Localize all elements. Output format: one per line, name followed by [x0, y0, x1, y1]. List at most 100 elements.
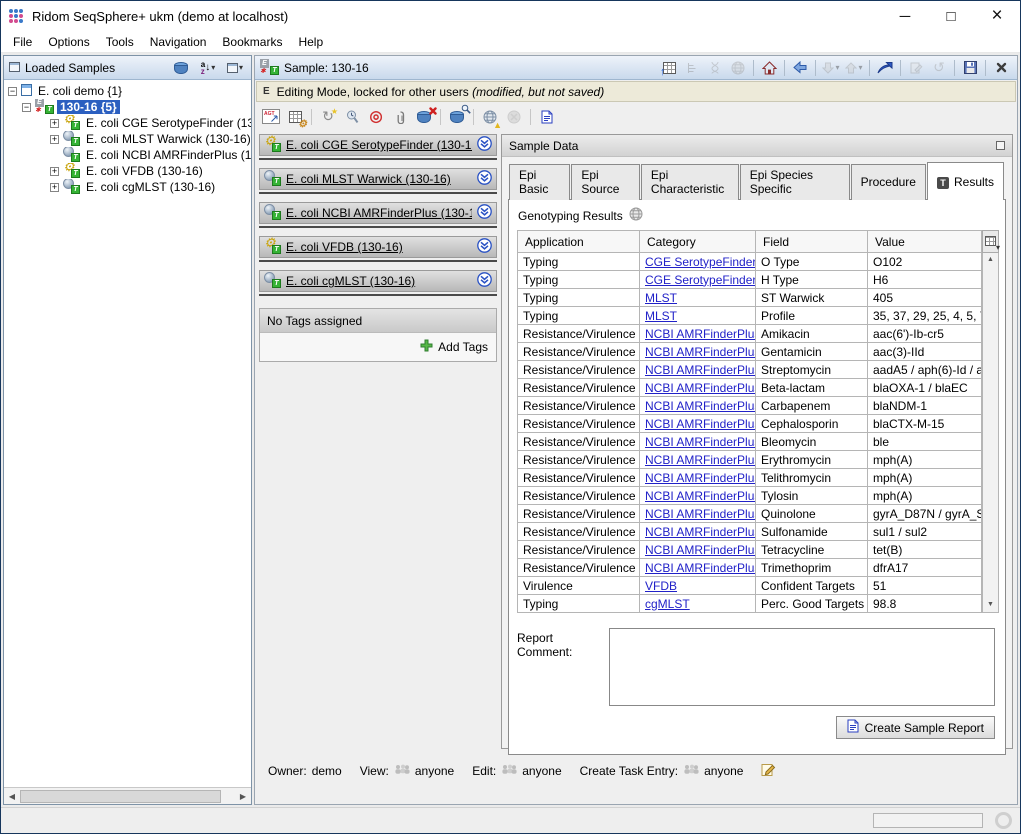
submit-table-icon[interactable]: ↑	[658, 58, 680, 78]
category-link[interactable]: NCBI AMRFinderPlus	[645, 417, 756, 431]
collapse-icon[interactable]	[996, 141, 1005, 150]
category-link[interactable]: cgMLST	[645, 597, 690, 611]
column-header-application[interactable]: Application	[518, 231, 640, 253]
analysis-section-link[interactable]: E. coli NCBI AMRFinderPlus (130-16)	[286, 206, 472, 220]
menu-tools[interactable]: Tools	[98, 32, 142, 52]
cell-application: Resistance/Virulence	[518, 505, 640, 523]
category-link[interactable]: NCBI AMRFinderPlus	[645, 435, 756, 449]
tab-epi-species-specific[interactable]: Epi Species Specific	[740, 164, 850, 200]
tab-results[interactable]: TResults	[927, 162, 1004, 200]
tab-epi-basic[interactable]: Epi Basic	[509, 164, 570, 200]
target-icon[interactable]: ◎	[365, 107, 387, 127]
tab-procedure[interactable]: Procedure	[851, 164, 926, 200]
category-link[interactable]: CGE SerotypeFinder	[645, 273, 756, 287]
reanalyze-icon[interactable]: ↻★	[317, 107, 339, 127]
tree-item[interactable]: +⚙TE. coli CGE SerotypeFinder (130-16)	[4, 115, 251, 131]
expand-node-icon[interactable]: +	[50, 183, 59, 192]
tab-epi-source[interactable]: Epi Source	[571, 164, 640, 200]
chevron-double-down-icon[interactable]	[477, 204, 492, 222]
delete-database-icon[interactable]	[413, 107, 435, 127]
category-link[interactable]: NCBI AMRFinderPlus	[645, 327, 756, 341]
analysis-section-link[interactable]: E. coli CGE SerotypeFinder (130-16)	[286, 138, 472, 152]
cell-application: Typing	[518, 253, 640, 271]
analysis-section-link[interactable]: E. coli MLST Warwick (130-16)	[286, 172, 472, 186]
sample-data-panel: Sample Data Epi BasicEpi SourceEpi Chara…	[501, 134, 1013, 749]
table-settings-icon[interactable]: ⚙	[284, 107, 306, 127]
tab-epi-characteristic[interactable]: Epi Characteristic	[641, 164, 739, 200]
forward-swoosh-icon[interactable]	[874, 58, 896, 78]
scroll-up-icon[interactable]: ▲	[987, 255, 994, 265]
expand-node-icon[interactable]: +	[50, 135, 59, 144]
agt-export-icon[interactable]: AGT	[260, 107, 282, 127]
category-link[interactable]: NCBI AMRFinderPlus	[645, 363, 756, 377]
analysis-section-link[interactable]: E. coli cgMLST (130-16)	[286, 274, 472, 288]
minimize-button[interactable]: ─	[882, 1, 928, 31]
tree-item[interactable]: −E. coli demo {1}	[4, 83, 251, 99]
sort-az-icon[interactable]: az↓▾	[197, 58, 219, 78]
chevron-double-down-icon[interactable]	[477, 272, 492, 290]
scroll-down-icon[interactable]: ▼	[987, 600, 994, 610]
expand-node-icon[interactable]: +	[50, 167, 59, 176]
report-icon[interactable]	[536, 107, 558, 127]
chevron-double-down-icon[interactable]	[477, 170, 492, 188]
cell-value: 405	[868, 289, 982, 307]
category-link[interactable]: MLST	[645, 291, 677, 305]
search-database-icon[interactable]	[446, 107, 468, 127]
home-icon[interactable]	[758, 58, 780, 78]
edit-note-icon[interactable]	[761, 762, 776, 780]
chevron-double-down-icon[interactable]	[477, 238, 492, 256]
column-header-field[interactable]: Field	[756, 231, 868, 253]
close-button[interactable]: ×	[974, 1, 1020, 31]
menu-help[interactable]: Help	[290, 32, 331, 52]
category-link[interactable]: NCBI AMRFinderPlus	[645, 507, 756, 521]
chevron-double-down-icon[interactable]	[477, 136, 492, 154]
globe-upload-icon[interactable]: ▲	[479, 107, 501, 127]
attachment-icon[interactable]	[389, 107, 411, 127]
menu-bookmarks[interactable]: Bookmarks	[214, 32, 290, 52]
menu-file[interactable]: File	[5, 32, 40, 52]
tree-item[interactable]: +⚙TE. coli VFDB (130-16)	[4, 163, 251, 179]
category-link[interactable]: NCBI AMRFinderPlus	[645, 399, 756, 413]
scroll-thumb[interactable]	[20, 790, 221, 803]
category-link[interactable]: MLST	[645, 309, 677, 323]
category-link[interactable]: NCBI AMRFinderPlus	[645, 453, 756, 467]
back-icon[interactable]	[789, 58, 811, 78]
column-header-value[interactable]: Value	[868, 231, 982, 253]
tree-item[interactable]: TE. coli NCBI AMRFinderPlus (130-16)	[4, 147, 251, 163]
create-sample-report-button[interactable]: Create Sample Report	[836, 716, 995, 739]
category-link[interactable]: NCBI AMRFinderPlus	[645, 525, 756, 539]
tree-item[interactable]: +TE. coli MLST Warwick (130-16)	[4, 131, 251, 147]
category-link[interactable]: CGE SerotypeFinder	[645, 255, 756, 269]
layout-icon[interactable]: ▾	[224, 58, 246, 78]
collapse-node-icon[interactable]: −	[22, 103, 31, 112]
close-icon[interactable]	[990, 58, 1012, 78]
save-icon[interactable]	[959, 58, 981, 78]
add-tags-button[interactable]: Add Tags	[420, 339, 488, 355]
table-vertical-scrollbar[interactable]: ▲ ▼	[982, 253, 999, 613]
menu-navigation[interactable]: Navigation	[142, 32, 215, 52]
database-icon[interactable]	[170, 58, 192, 78]
pin-clock-icon[interactable]	[341, 107, 363, 127]
category-link[interactable]: VFDB	[645, 579, 677, 593]
cell-category: NCBI AMRFinderPlus	[640, 469, 756, 487]
category-link[interactable]: NCBI AMRFinderPlus	[645, 471, 756, 485]
menu-options[interactable]: Options	[40, 32, 97, 52]
expand-node-icon[interactable]: +	[50, 119, 59, 128]
maximize-button[interactable]: □	[928, 1, 974, 31]
scroll-right-icon[interactable]: ▶	[235, 792, 251, 801]
tree-item[interactable]: +TE. coli cgMLST (130-16)	[4, 179, 251, 195]
analysis-section-link[interactable]: E. coli VFDB (130-16)	[286, 240, 472, 254]
tree-item[interactable]: −E✱T130-16 {5}	[4, 99, 251, 115]
category-link[interactable]: NCBI AMRFinderPlus	[645, 381, 756, 395]
category-link[interactable]: NCBI AMRFinderPlus	[645, 489, 756, 503]
category-link[interactable]: NCBI AMRFinderPlus	[645, 561, 756, 575]
scroll-left-icon[interactable]: ◀	[4, 792, 20, 801]
category-link[interactable]: NCBI AMRFinderPlus	[645, 543, 756, 557]
report-comment-input[interactable]	[609, 628, 995, 706]
category-link[interactable]: NCBI AMRFinderPlus	[645, 345, 756, 359]
refresh-icon: ↺	[928, 58, 950, 78]
tree-horizontal-scrollbar[interactable]: ◀ ▶	[4, 787, 251, 804]
collapse-node-icon[interactable]: −	[8, 87, 17, 96]
column-header-category[interactable]: Category	[640, 231, 756, 253]
column-config-icon[interactable]: ▾	[982, 230, 999, 253]
